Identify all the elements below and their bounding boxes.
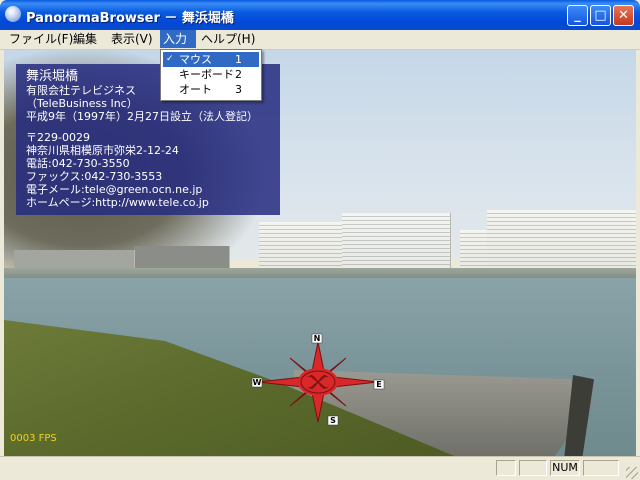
compass-rose[interactable]: N E W S — [248, 330, 388, 430]
building — [460, 230, 489, 270]
check-icon: ✓ — [166, 54, 174, 64]
app-window: PanoramaBrowser － 舞浜堀橋 _ □ ✕ ファイル(F) 編集 … — [0, 0, 640, 480]
compass-east-label: E — [376, 380, 381, 389]
maximize-icon: □ — [594, 8, 607, 23]
fps-counter: 0003 FPS — [10, 433, 57, 444]
status-panel — [496, 460, 516, 476]
menu-bar: ファイル(F) 編集 表示(V) 入力 ヘルプ(H) — [0, 30, 640, 50]
building — [259, 222, 345, 270]
menu-item-label: キーボード — [179, 68, 234, 81]
menu-input[interactable]: 入力 — [160, 30, 196, 48]
menu-item-label: オート — [179, 83, 212, 96]
compass-west-label: W — [253, 378, 262, 387]
menu-item-auto[interactable]: オート 3 — [163, 82, 259, 97]
menu-view[interactable]: 表示(V) — [108, 30, 156, 48]
menu-item-keyboard[interactable]: キーボード 2 — [163, 67, 259, 82]
founding-date: 平成9年（1997年）2月27日設立（法人登記） — [26, 110, 258, 123]
homepage-link[interactable]: ホームページ:http://www.tele.co.jp — [26, 196, 270, 209]
phone: 電話:042-730-3550 — [26, 157, 130, 170]
building — [14, 250, 135, 268]
close-icon: ✕ — [618, 8, 629, 23]
num-lock-indicator: NUM — [550, 460, 580, 476]
postal-code: 〒229-0029 — [26, 131, 90, 144]
email: 電子メール:tele@green.ocn.ne.jp — [26, 183, 203, 196]
menu-item-shortcut: 2 — [235, 68, 242, 81]
compass-south-label: S — [330, 416, 336, 425]
minimize-icon: _ — [574, 8, 581, 23]
menu-item-label: マウス — [179, 53, 212, 66]
input-menu-dropdown: ✓ マウス 1 キーボード 2 オート 3 — [160, 49, 262, 101]
address: 神奈川県相模原市弥栄2-12-24 — [26, 144, 179, 157]
close-button[interactable]: ✕ — [613, 5, 634, 26]
compass-north-label: N — [314, 334, 321, 343]
resize-grip[interactable] — [626, 467, 638, 479]
menu-help[interactable]: ヘルプ(H) — [198, 30, 258, 48]
menu-item-mouse[interactable]: ✓ マウス 1 — [163, 52, 259, 67]
minimize-button[interactable]: _ — [567, 5, 588, 26]
status-bar: NUM — [0, 456, 640, 480]
building — [342, 213, 451, 270]
app-globe-icon[interactable] — [5, 6, 21, 22]
status-panel — [583, 460, 619, 476]
fax: ファックス:042-730-3553 — [26, 170, 163, 183]
title-bar[interactable]: PanoramaBrowser － 舞浜堀橋 _ □ ✕ — [0, 0, 640, 30]
compass-star-icon — [257, 341, 379, 423]
maximize-button[interactable]: □ — [590, 5, 611, 26]
window-title: PanoramaBrowser － 舞浜堀橋 — [26, 11, 234, 26]
building — [487, 210, 636, 270]
menu-item-shortcut: 1 — [235, 53, 242, 66]
menu-edit[interactable]: 編集 — [70, 30, 100, 48]
menu-file[interactable]: ファイル(F) — [6, 30, 76, 48]
building — [134, 246, 230, 268]
status-panel — [519, 460, 547, 476]
menu-item-shortcut: 3 — [235, 83, 242, 96]
